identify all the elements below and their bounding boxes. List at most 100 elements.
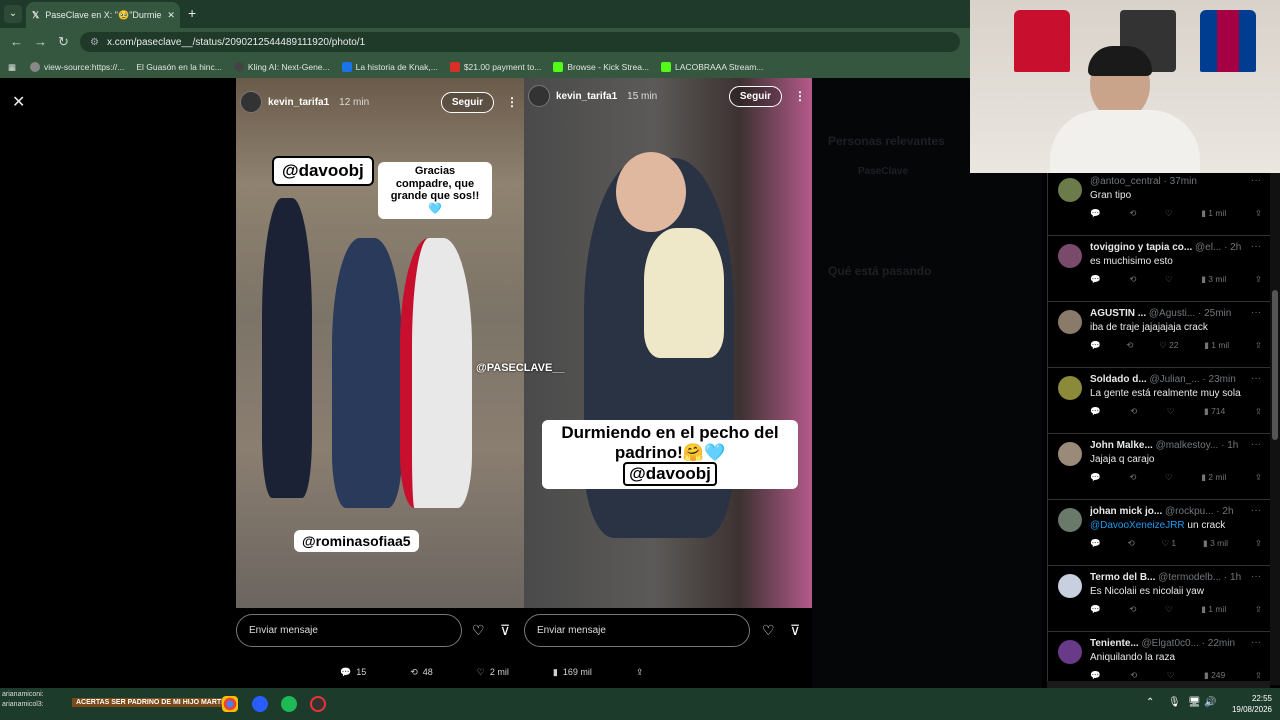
volume-icon[interactable]: 🔊 bbox=[1204, 697, 1216, 708]
reply-views-button[interactable]: ▮ 3 mil bbox=[1201, 274, 1226, 285]
avatar[interactable] bbox=[1058, 508, 1082, 532]
reply-comment-button[interactable]: 💬 bbox=[1090, 406, 1101, 417]
more-icon[interactable]: ··· bbox=[1251, 637, 1261, 648]
avatar[interactable] bbox=[1058, 574, 1082, 598]
reply-repost-button[interactable]: ⟲ bbox=[1126, 340, 1133, 351]
avatar[interactable] bbox=[1058, 310, 1082, 334]
reply-author[interactable]: johan mick jo... @rockpu... · 2h bbox=[1090, 506, 1258, 517]
reply-item[interactable]: toviggino y tapia co... @el... · 2h ··· es… bbox=[1048, 236, 1270, 302]
reply-item[interactable]: @antoo_central · 37min ··· Gran tipo 💬 ⟲ ♡ ▮ … bbox=[1048, 170, 1270, 236]
reply-repost-button[interactable]: ⟲ bbox=[1130, 406, 1137, 417]
bookmark-item[interactable]: El Guasón en la hinc... bbox=[136, 62, 222, 72]
share-icon[interactable]: ⇪ bbox=[1255, 538, 1262, 549]
reply-item[interactable]: Soldado d... @Julian_... · 23min ··· La ge… bbox=[1048, 368, 1270, 434]
reply-comment-button[interactable]: 💬 bbox=[1090, 604, 1101, 615]
tab-list-button[interactable]: ⌄ bbox=[4, 5, 22, 23]
reply-author[interactable]: Teniente... @Elgat0c0... · 22min bbox=[1090, 638, 1258, 649]
tab-active[interactable]: 𝕏 PaseClave en X: "🥹"Durmie ✕ bbox=[26, 2, 180, 28]
reply-repost-button[interactable]: ⟲ bbox=[1129, 472, 1136, 483]
reply-like-button[interactable]: ♡ 1 bbox=[1161, 538, 1176, 549]
reply-comment-button[interactable]: 💬 bbox=[1090, 670, 1101, 681]
address-bar[interactable]: ⚙ x.com/paseclave__/status/2090212544489… bbox=[80, 32, 960, 52]
reply-repost-button[interactable]: ⟲ bbox=[1129, 604, 1136, 615]
bookmark-item[interactable]: Kling AI: Next-Gene... bbox=[233, 62, 330, 72]
reply-author[interactable]: John Malke... @malkestoy... · 1h bbox=[1090, 440, 1258, 451]
reply-like-button[interactable]: ♡ bbox=[1165, 604, 1173, 615]
more-icon[interactable]: ··· bbox=[1251, 439, 1261, 450]
bookmark-item[interactable]: La historia de Knak,... bbox=[341, 62, 438, 72]
reply-author[interactable]: toviggino y tapia co... @el... · 2h bbox=[1090, 242, 1258, 253]
like-button[interactable]: ♡ 2 mil bbox=[477, 667, 509, 678]
close-tab-icon[interactable]: ✕ bbox=[167, 10, 175, 21]
reply-comment-button[interactable]: 💬 bbox=[1090, 274, 1101, 285]
share-icon[interactable]: ⇪ bbox=[1255, 472, 1262, 483]
avatar[interactable] bbox=[1058, 376, 1082, 400]
reply-repost-button[interactable]: ⟲ bbox=[1130, 670, 1137, 681]
chrome-icon[interactable] bbox=[222, 696, 238, 712]
reply-repost-button[interactable]: ⟲ bbox=[1129, 208, 1136, 219]
reply-comment-button[interactable]: 💬 bbox=[1090, 472, 1101, 483]
share-icon[interactable]: ⇪ bbox=[1255, 208, 1262, 219]
reply-comment-button[interactable]: 💬 bbox=[1090, 340, 1101, 351]
reply-button[interactable]: 💬 15 bbox=[340, 667, 366, 678]
avatar[interactable] bbox=[1058, 640, 1082, 664]
more-icon[interactable]: ··· bbox=[1251, 571, 1261, 582]
more-icon[interactable]: ··· bbox=[1251, 373, 1261, 384]
reply-item[interactable]: Teniente... @Elgat0c0... · 22min ··· Aniqu… bbox=[1048, 632, 1270, 685]
reply-like-button[interactable]: ♡ bbox=[1165, 472, 1173, 483]
system-clock[interactable]: 22:55 19/08/2026 bbox=[1232, 693, 1272, 715]
microphone-icon[interactable]: 🎙 bbox=[1168, 697, 1181, 708]
apps-icon[interactable]: ▦ bbox=[8, 62, 16, 73]
back-icon[interactable]: ← bbox=[10, 34, 23, 49]
reply-author[interactable]: @antoo_central · 37min bbox=[1090, 176, 1258, 187]
forward-icon[interactable]: → bbox=[34, 34, 47, 49]
reply-like-button[interactable]: ♡ bbox=[1165, 208, 1173, 219]
scrollbar[interactable] bbox=[1270, 170, 1280, 685]
share-button[interactable]: ⇪ bbox=[636, 667, 644, 678]
bookmark-item[interactable]: $21.00 payment to... bbox=[449, 62, 541, 72]
avatar[interactable] bbox=[1058, 442, 1082, 466]
share-icon[interactable]: ⇪ bbox=[1255, 340, 1262, 351]
more-icon[interactable]: ··· bbox=[1251, 175, 1261, 186]
bookmark-item[interactable]: view-source:https://... bbox=[30, 62, 124, 72]
reply-like-button[interactable]: ♡ bbox=[1165, 274, 1173, 285]
share-icon[interactable]: ⇪ bbox=[1255, 406, 1262, 417]
reply-item[interactable]: John Malke... @malkestoy... · 1h ··· Jajaj… bbox=[1048, 434, 1270, 500]
repost-button[interactable]: ⟲ 48 bbox=[410, 667, 433, 678]
scroll-thumb[interactable] bbox=[1272, 290, 1278, 440]
reply-views-button[interactable]: ▮ 1 mil bbox=[1204, 340, 1229, 351]
reply-repost-button[interactable]: ⟲ bbox=[1127, 538, 1134, 549]
new-tab-icon[interactable]: + bbox=[188, 5, 196, 21]
more-icon[interactable]: ··· bbox=[1251, 241, 1261, 252]
more-icon[interactable]: ··· bbox=[1251, 307, 1261, 318]
reply-views-button[interactable]: ▮ 249 bbox=[1204, 670, 1225, 681]
horizontal-scrollbar[interactable] bbox=[1047, 681, 1270, 688]
reply-views-button[interactable]: ▮ 2 mil bbox=[1201, 472, 1226, 483]
share-icon[interactable]: ⇪ bbox=[1255, 274, 1262, 285]
avatar[interactable] bbox=[1058, 244, 1082, 268]
obs-icon[interactable] bbox=[310, 696, 326, 712]
reply-item[interactable]: Termo del B... @termodelb... · 1h ··· Es N… bbox=[1048, 566, 1270, 632]
bookmark-item[interactable]: LACOBRAAA Stream... bbox=[661, 62, 763, 72]
reply-comment-button[interactable]: 💬 bbox=[1090, 538, 1101, 549]
site-info-icon[interactable]: ⚙ bbox=[90, 37, 99, 48]
views-button[interactable]: ▮ 169 mil bbox=[553, 667, 592, 678]
bookmark-item[interactable]: Browse - Kick Strea... bbox=[553, 62, 649, 72]
reload-icon[interactable]: ↻ bbox=[58, 34, 69, 50]
reply-item[interactable]: AGUSTIN ... @Agusti... · 25min ··· iba de … bbox=[1048, 302, 1270, 368]
reply-views-button[interactable]: ▮ 1 mil bbox=[1201, 208, 1226, 219]
reply-views-button[interactable]: ▮ 714 bbox=[1204, 406, 1225, 417]
reply-comment-button[interactable]: 💬 bbox=[1090, 208, 1101, 219]
spotify-icon[interactable] bbox=[281, 696, 297, 712]
reply-author[interactable]: AGUSTIN ... @Agusti... · 25min bbox=[1090, 308, 1258, 319]
network-icon[interactable]: 🖥 bbox=[1188, 697, 1201, 708]
share-icon[interactable]: ⇪ bbox=[1255, 670, 1262, 681]
reply-item[interactable]: johan mick jo... @rockpu... · 2h ··· @Davo… bbox=[1048, 500, 1270, 566]
app-icon[interactable] bbox=[252, 696, 268, 712]
reply-repost-button[interactable]: ⟲ bbox=[1129, 274, 1136, 285]
reply-views-button[interactable]: ▮ 1 mil bbox=[1201, 604, 1226, 615]
reply-views-button[interactable]: ▮ 3 mil bbox=[1203, 538, 1228, 549]
chevron-up-icon[interactable]: ⌃ bbox=[1146, 697, 1154, 708]
reply-like-button[interactable]: ♡ bbox=[1167, 406, 1175, 417]
reply-author[interactable]: Termo del B... @termodelb... · 1h bbox=[1090, 572, 1258, 583]
